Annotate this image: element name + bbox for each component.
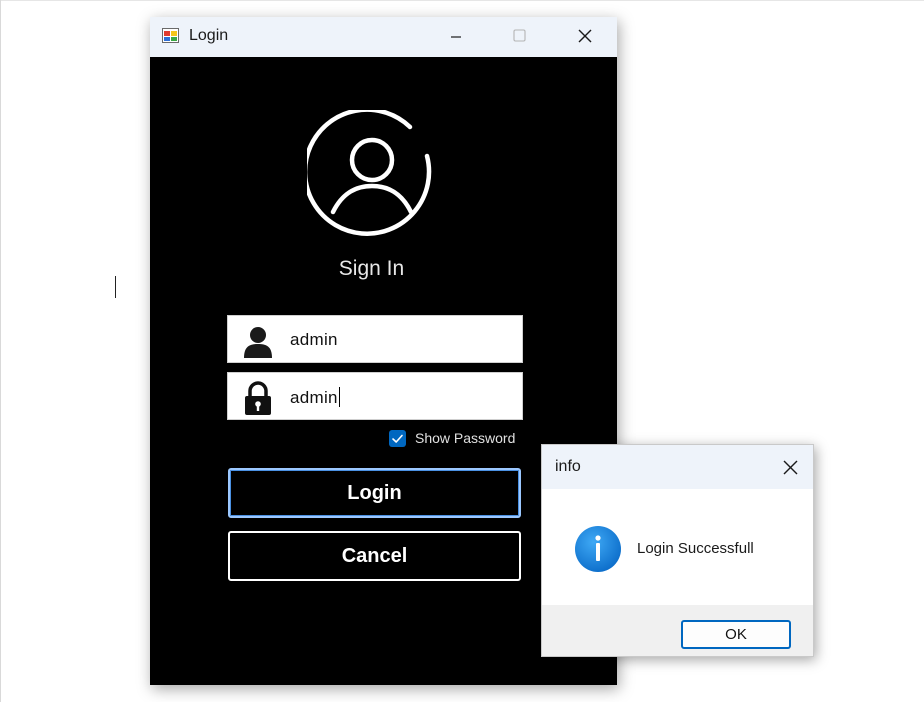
- close-icon: [578, 29, 592, 43]
- show-password-checkbox[interactable]: [389, 430, 406, 447]
- desktop-left-edge: [0, 0, 1, 702]
- lock-icon: [245, 381, 271, 415]
- info-message: Login Successfull: [637, 540, 754, 557]
- window-title: Login: [189, 27, 229, 44]
- info-icon: [575, 526, 621, 572]
- info-footer: OK: [542, 605, 813, 656]
- background-text-caret: [115, 276, 116, 298]
- username-field[interactable]: admin: [227, 315, 523, 363]
- password-field[interactable]: admin: [227, 372, 523, 420]
- info-titlebar[interactable]: info: [542, 445, 813, 489]
- info-close-button[interactable]: [768, 445, 813, 489]
- username-value: admin: [290, 330, 338, 349]
- password-text: admin: [290, 388, 338, 407]
- sign-in-heading: Sign In: [338, 257, 405, 280]
- close-button[interactable]: [555, 17, 615, 57]
- maximize-button[interactable]: [489, 17, 549, 57]
- desktop-top-edge: [0, 0, 924, 1]
- app-icon: [162, 28, 179, 43]
- ok-button[interactable]: OK: [681, 620, 791, 649]
- minimize-button[interactable]: [426, 17, 486, 57]
- user-circle-icon: [307, 110, 432, 236]
- minimize-icon: [451, 36, 461, 38]
- login-button[interactable]: Login: [228, 468, 521, 518]
- user-icon: [244, 327, 272, 358]
- text-cursor: [338, 387, 340, 407]
- info-dialog: info Login Successfull OK: [541, 444, 814, 657]
- maximize-icon: [513, 29, 526, 42]
- password-value: admin: [290, 387, 340, 408]
- info-dialog-title: info: [555, 458, 581, 475]
- desktop: Login Sign In admin admin Show Password …: [0, 0, 924, 702]
- show-password-label: Show Password: [415, 430, 516, 446]
- login-titlebar[interactable]: Login: [150, 17, 617, 57]
- close-icon: [783, 460, 798, 475]
- cancel-button[interactable]: Cancel: [228, 531, 521, 581]
- checkmark-icon: [392, 434, 403, 443]
